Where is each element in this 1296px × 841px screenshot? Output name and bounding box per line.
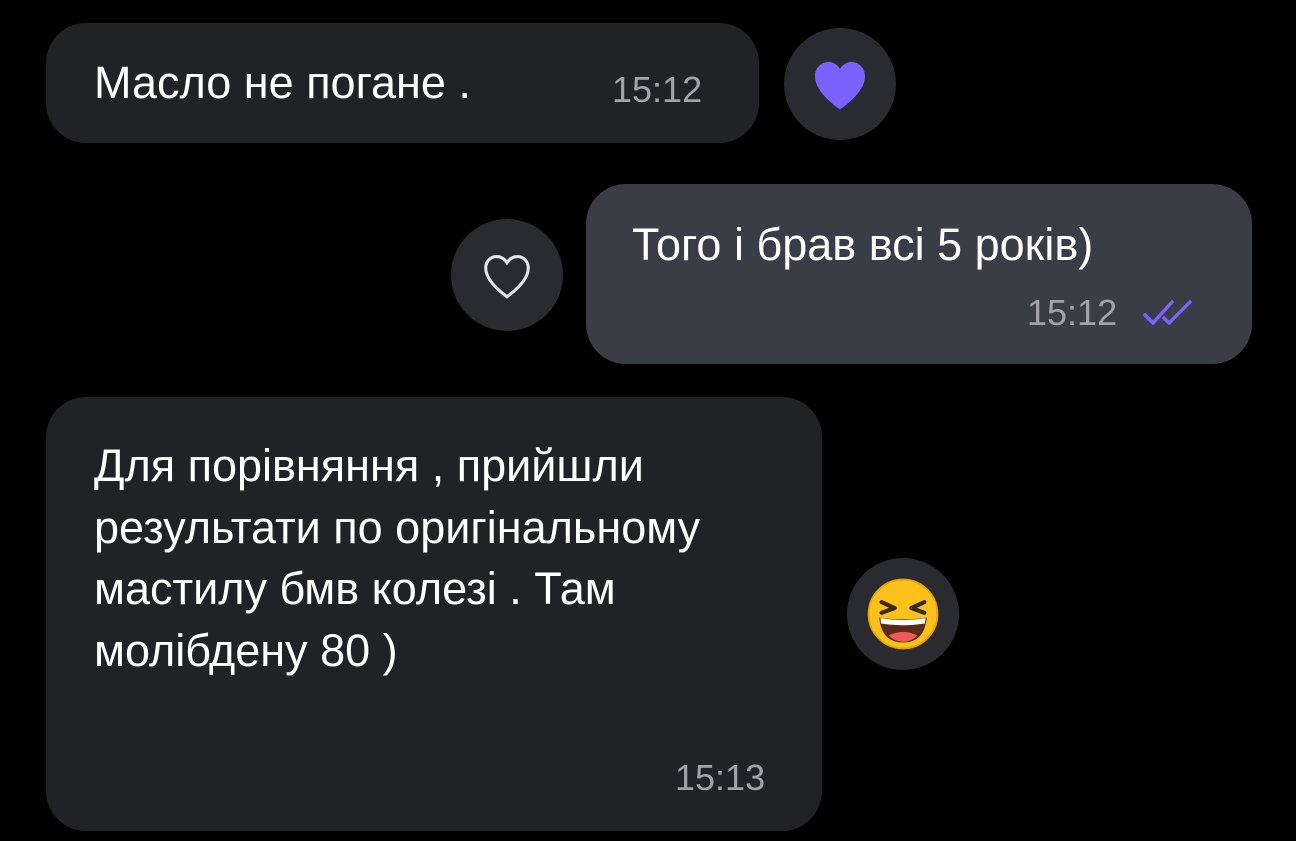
heart-reaction-button[interactable] [784,28,896,140]
message-text: Того і брав всі 5 років) [632,219,1094,270]
message-timestamp: 15:12 [1027,292,1118,333]
chat-thread: Масло не погане . 15:12 Того і брав всі … [0,0,1296,841]
incoming-message-bubble[interactable]: Масло не погане . 15:12 [46,23,759,143]
message-timestamp: 15:13 [675,757,766,798]
purple-heart-icon [815,62,865,110]
incoming-message-bubble[interactable]: Для порівняння , прийшли результати по о… [46,397,822,831]
message-text: Для порівняння , прийшли результати по о… [94,440,701,676]
outgoing-message-bubble[interactable]: Того і брав всі 5 років) 15:12 [586,184,1252,364]
read-double-check-icon [1143,300,1192,325]
emoji-reaction-button[interactable] [847,558,959,670]
message-text: Масло не погане . [94,57,471,108]
grinning-squinting-face-icon [867,578,939,650]
message-timestamp: 15:12 [612,69,703,110]
add-reaction-button[interactable] [451,219,563,331]
outline-heart-icon [484,255,530,299]
